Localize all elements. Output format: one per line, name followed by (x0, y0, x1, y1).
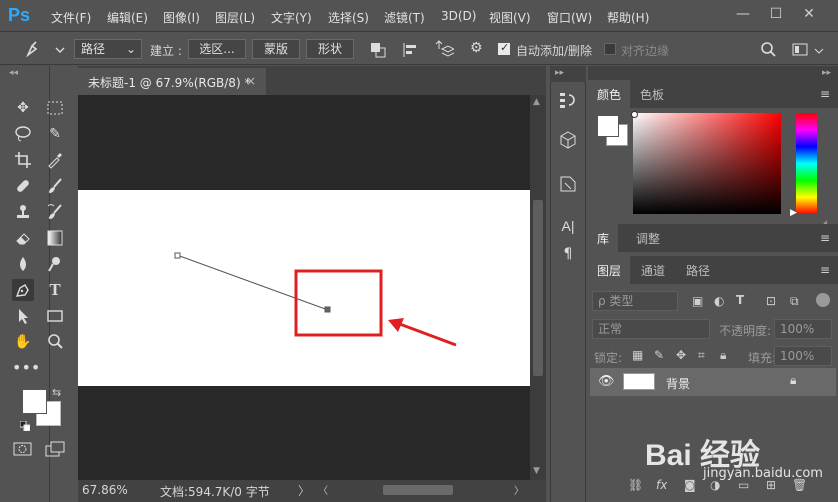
layer-filter-select[interactable]: ρ 类型 (592, 291, 678, 311)
layers-panel-menu-icon[interactable]: ≡ (820, 263, 830, 277)
layer-name[interactable]: 背景 (666, 375, 690, 392)
paragraph-panel-icon[interactable]: ¶ (556, 242, 580, 266)
history-panel-icon[interactable] (556, 90, 580, 114)
hue-slider[interactable] (796, 113, 817, 214)
library-panel-menu-icon[interactable]: ≡ (820, 231, 830, 245)
color-panel-fg-swatch[interactable] (597, 115, 619, 137)
layer-row[interactable]: 👁︎ 背景 🔒︎ (590, 368, 836, 396)
tab-swatches[interactable]: 色板 (631, 80, 673, 108)
opacity-label: 不透明度: (719, 324, 772, 338)
lock-label: 锁定: (594, 351, 623, 365)
character-panel-icon[interactable]: A| (556, 214, 580, 238)
collapse-dock-icon[interactable]: ▸▸ (822, 68, 831, 78)
tab-paths[interactable]: 路径 (677, 256, 719, 284)
color-panel-tabs: 颜色 色板 ≡ (588, 80, 838, 108)
fill-input[interactable]: 100% (774, 346, 832, 366)
annotation-arrow-shaft (396, 321, 457, 347)
filter-smart-object-icon[interactable]: ⧉ (790, 294, 799, 309)
lock-artboard-icon[interactable]: ⌗ (698, 348, 705, 363)
layer-thumbnail (623, 373, 655, 390)
color-picker-cursor[interactable] (631, 111, 638, 118)
library-panel-tabs: 库 调整 ≡ (588, 224, 838, 252)
blend-mode-select[interactable]: 正常 (592, 319, 710, 339)
fill-label: 填充: (748, 351, 777, 365)
tab-layers[interactable]: 图层 (588, 256, 631, 284)
hue-slider-handle[interactable]: ▶ (790, 208, 797, 218)
filter-adjustment-icon[interactable]: ◐ (714, 294, 724, 308)
filter-toggle-icon[interactable] (816, 293, 830, 307)
3d-panel-icon[interactable] (556, 130, 580, 154)
link-layers-icon[interactable]: ⛓ (628, 478, 643, 492)
layer-lock-icon: 🔒︎ (790, 373, 797, 387)
lock-position-icon[interactable]: ✥ (676, 348, 686, 362)
lock-transparent-icon[interactable]: ▦ (632, 348, 643, 362)
lock-all-icon[interactable]: 🔒︎ (720, 348, 726, 363)
tab-adjustments[interactable]: 调整 (627, 224, 669, 252)
opacity-input[interactable]: 100% (774, 319, 832, 339)
color-picker-field[interactable] (633, 113, 781, 214)
layers-panel-tabs: 图层 通道 路径 ≡ (588, 256, 838, 284)
layer-style-icon[interactable]: fx (656, 478, 667, 492)
filter-shape-icon[interactable]: ⊡ (766, 294, 776, 308)
tab-libraries[interactable]: 库 (588, 224, 619, 252)
layer-mask-icon[interactable]: ◙ (684, 478, 696, 492)
lock-image-icon[interactable]: ✎ (654, 348, 664, 362)
filter-type-icon[interactable]: T (736, 293, 744, 307)
eye-icon[interactable]: 👁︎ (598, 374, 615, 389)
properties-panel-icon[interactable] (556, 174, 580, 198)
collapse-strip-icon[interactable]: ▸▸ (555, 68, 564, 78)
color-panel-menu-icon[interactable]: ≡ (820, 87, 830, 101)
tab-channels[interactable]: 通道 (632, 256, 674, 284)
filter-pixel-icon[interactable]: ▣ (692, 294, 703, 308)
baidu-watermark-url: jingyan.baidu.com (703, 466, 823, 481)
highlight-box (294, 269, 383, 337)
tab-color[interactable]: 颜色 (588, 80, 631, 108)
